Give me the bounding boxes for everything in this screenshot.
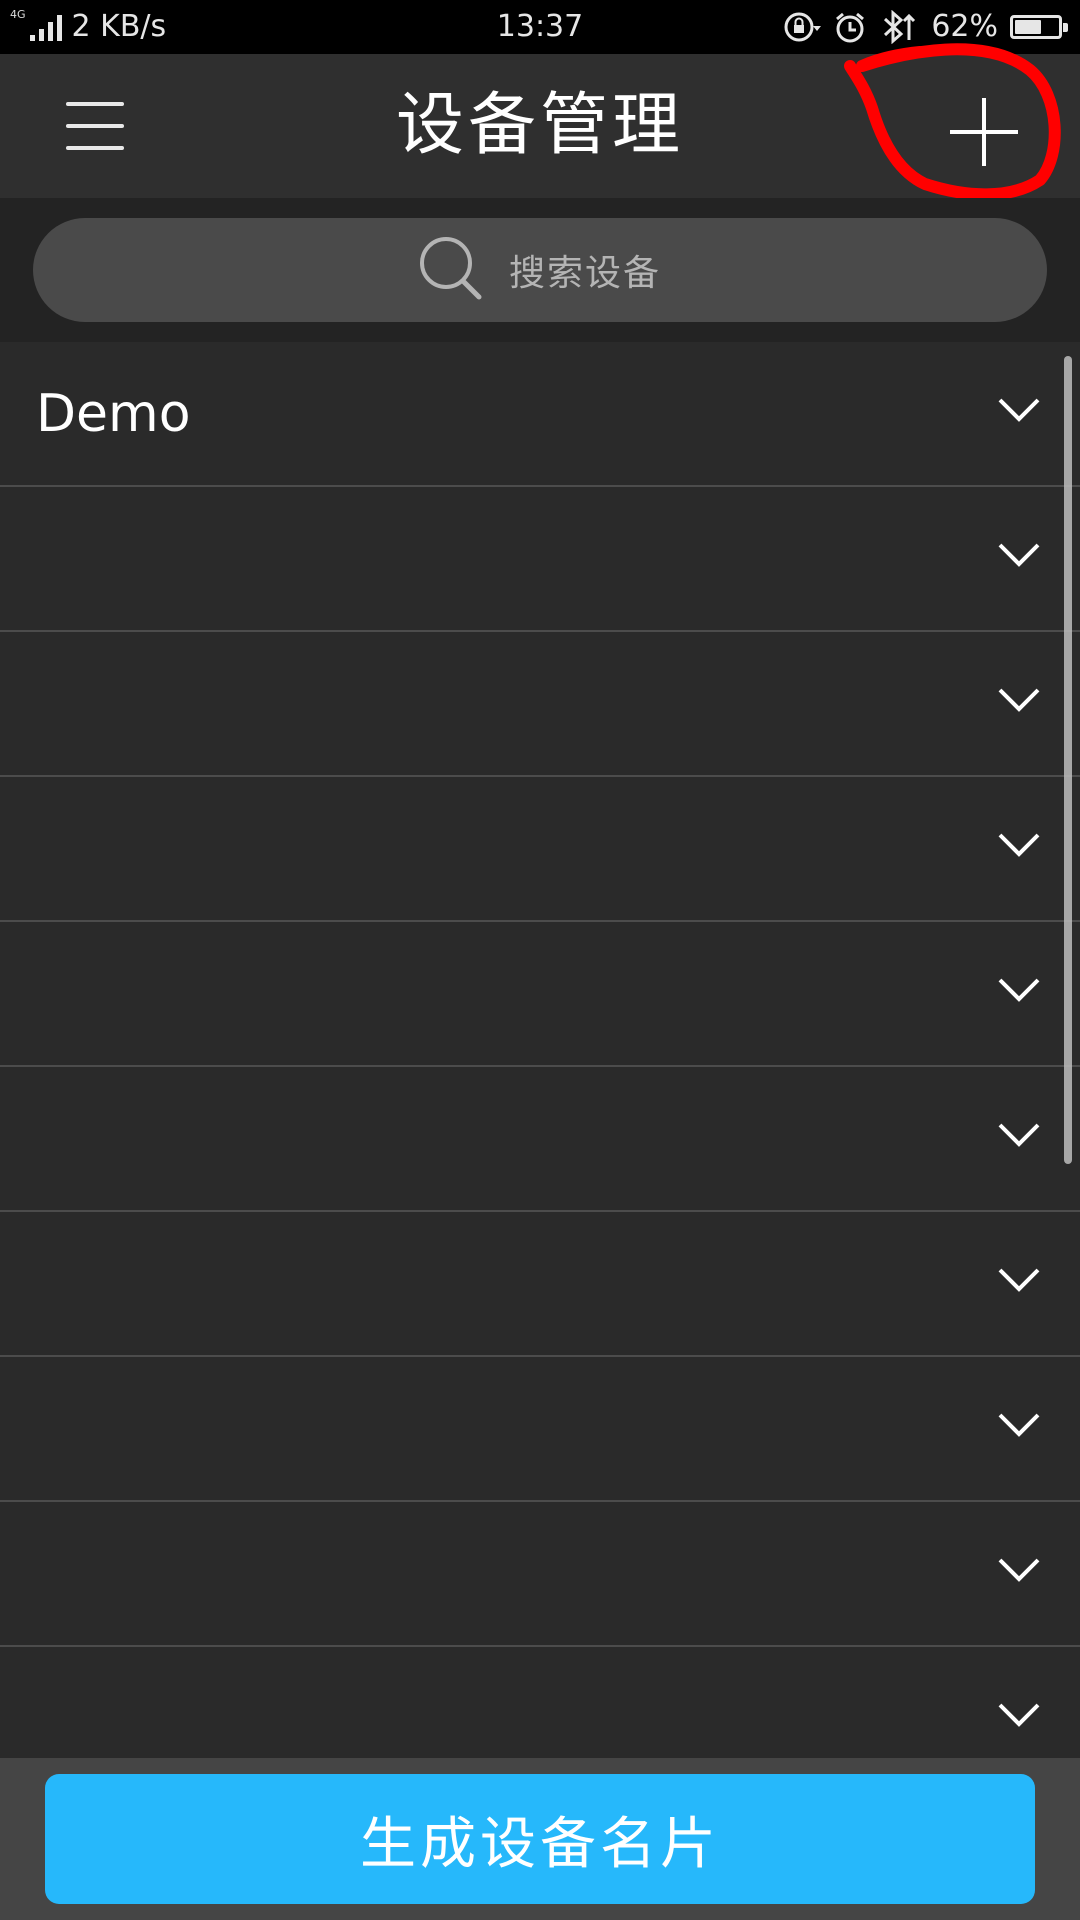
search-section: 搜索设备 (0, 198, 1080, 342)
device-row[interactable]: Demo (0, 342, 1080, 487)
rotation-lock-icon (783, 10, 822, 44)
search-placeholder: 搜索设备 (508, 253, 661, 294)
add-device-button[interactable] (946, 94, 1022, 170)
search-icon (419, 236, 483, 304)
device-row[interactable] (0, 487, 1080, 632)
status-bar: 4G 2 KB/s 13:37 62% (0, 0, 1080, 54)
device-name: Demo (36, 384, 191, 444)
chevron-down-icon[interactable] (997, 1411, 1041, 1439)
generate-device-card-button[interactable]: 生成设备名片 (45, 1774, 1035, 1904)
status-right: 62% (783, 9, 1068, 45)
device-row[interactable] (0, 1502, 1080, 1647)
device-management-screen: 4G 2 KB/s 13:37 62% 设备管理 搜索设备 Demo 生成设备名… (0, 0, 1080, 1920)
device-row[interactable] (0, 922, 1080, 1067)
device-row[interactable] (0, 1357, 1080, 1502)
bluetooth-icon (879, 10, 919, 44)
bottom-bar: 生成设备名片 (0, 1758, 1080, 1920)
app-header: 设备管理 (0, 54, 1080, 198)
scrollbar[interactable] (1064, 356, 1072, 1164)
device-row[interactable] (0, 777, 1080, 922)
alarm-icon (833, 10, 867, 44)
device-row[interactable] (0, 632, 1080, 777)
chevron-down-icon[interactable] (997, 976, 1041, 1004)
chevron-down-icon[interactable] (997, 541, 1041, 569)
chevron-down-icon[interactable] (997, 396, 1041, 424)
device-row[interactable] (0, 1212, 1080, 1357)
search-input[interactable]: 搜索设备 (33, 218, 1047, 322)
chevron-down-icon[interactable] (997, 831, 1041, 859)
battery-icon (1010, 15, 1068, 39)
chevron-down-icon[interactable] (997, 686, 1041, 714)
chevron-down-icon[interactable] (997, 1701, 1041, 1729)
chevron-down-icon[interactable] (997, 1266, 1041, 1294)
chevron-down-icon[interactable] (997, 1121, 1041, 1149)
device-row[interactable] (0, 1067, 1080, 1212)
page-title: 设备管理 (395, 86, 684, 165)
device-list[interactable]: Demo (0, 342, 1080, 1758)
battery-percent: 62% (931, 9, 998, 44)
battery-fill (1015, 20, 1041, 34)
chevron-down-icon[interactable] (997, 1556, 1041, 1584)
device-row[interactable] (0, 1647, 1080, 1758)
